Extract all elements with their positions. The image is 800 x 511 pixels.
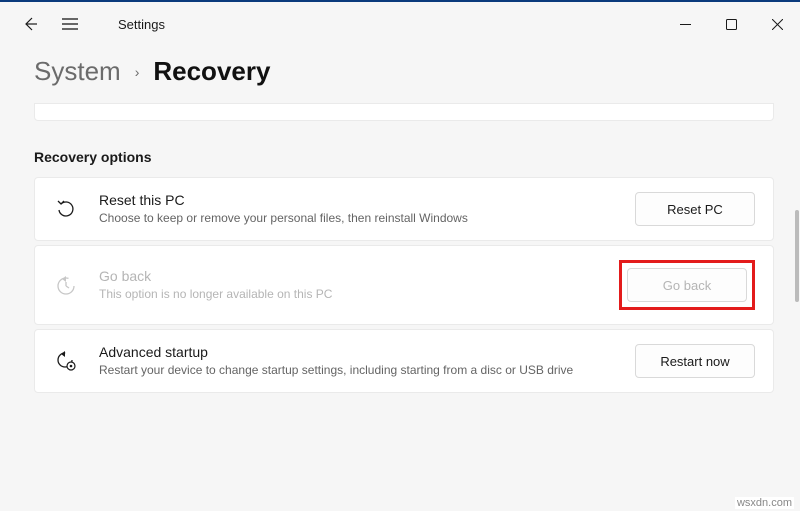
back-arrow-icon [22,16,38,32]
highlight-annotation: Go back [619,260,755,310]
go-back-button: Go back [627,268,747,302]
maximize-icon [726,19,737,30]
settings-window: Settings System › Recovery [0,0,800,511]
card-text: Advanced startup Restart your device to … [99,344,615,378]
maximize-button[interactable] [708,8,754,40]
close-icon [772,19,783,30]
window-controls [662,8,800,40]
breadcrumb-separator: › [135,64,140,80]
recovery-card-reset-pc: Reset this PC Choose to keep or remove y… [34,177,774,241]
menu-button[interactable] [60,14,80,34]
card-title: Reset this PC [99,192,615,208]
content-area: Recovery options Reset this PC Choose to… [0,103,800,511]
reset-pc-icon [53,196,79,222]
card-desc: Restart your device to change startup se… [99,362,615,378]
card-title: Advanced startup [99,344,615,360]
back-button[interactable] [20,14,40,34]
card-desc: This option is no longer available on th… [99,286,599,302]
partial-card-above [34,103,774,121]
reset-pc-button[interactable]: Reset PC [635,192,755,226]
scrollbar-thumb[interactable] [795,210,799,302]
breadcrumb-parent[interactable]: System [34,56,121,87]
restart-now-button[interactable]: Restart now [635,344,755,378]
minimize-icon [680,19,691,30]
recovery-card-go-back: Go back This option is no longer availab… [34,245,774,325]
titlebar-left: Settings [20,14,165,34]
recovery-card-advanced-startup: Advanced startup Restart your device to … [34,329,774,393]
advanced-startup-icon [53,348,79,374]
watermark: wsxdn.com [735,497,794,509]
breadcrumb-current: Recovery [153,56,270,87]
card-text: Go back This option is no longer availab… [99,268,599,302]
section-title: Recovery options [34,149,774,165]
hamburger-icon [62,17,78,31]
close-button[interactable] [754,8,800,40]
titlebar: Settings [0,2,800,46]
minimize-button[interactable] [662,8,708,40]
card-text: Reset this PC Choose to keep or remove y… [99,192,615,226]
breadcrumb: System › Recovery [0,46,800,103]
card-title: Go back [99,268,599,284]
card-desc: Choose to keep or remove your personal f… [99,210,615,226]
go-back-icon [53,272,79,298]
app-title: Settings [118,17,165,32]
